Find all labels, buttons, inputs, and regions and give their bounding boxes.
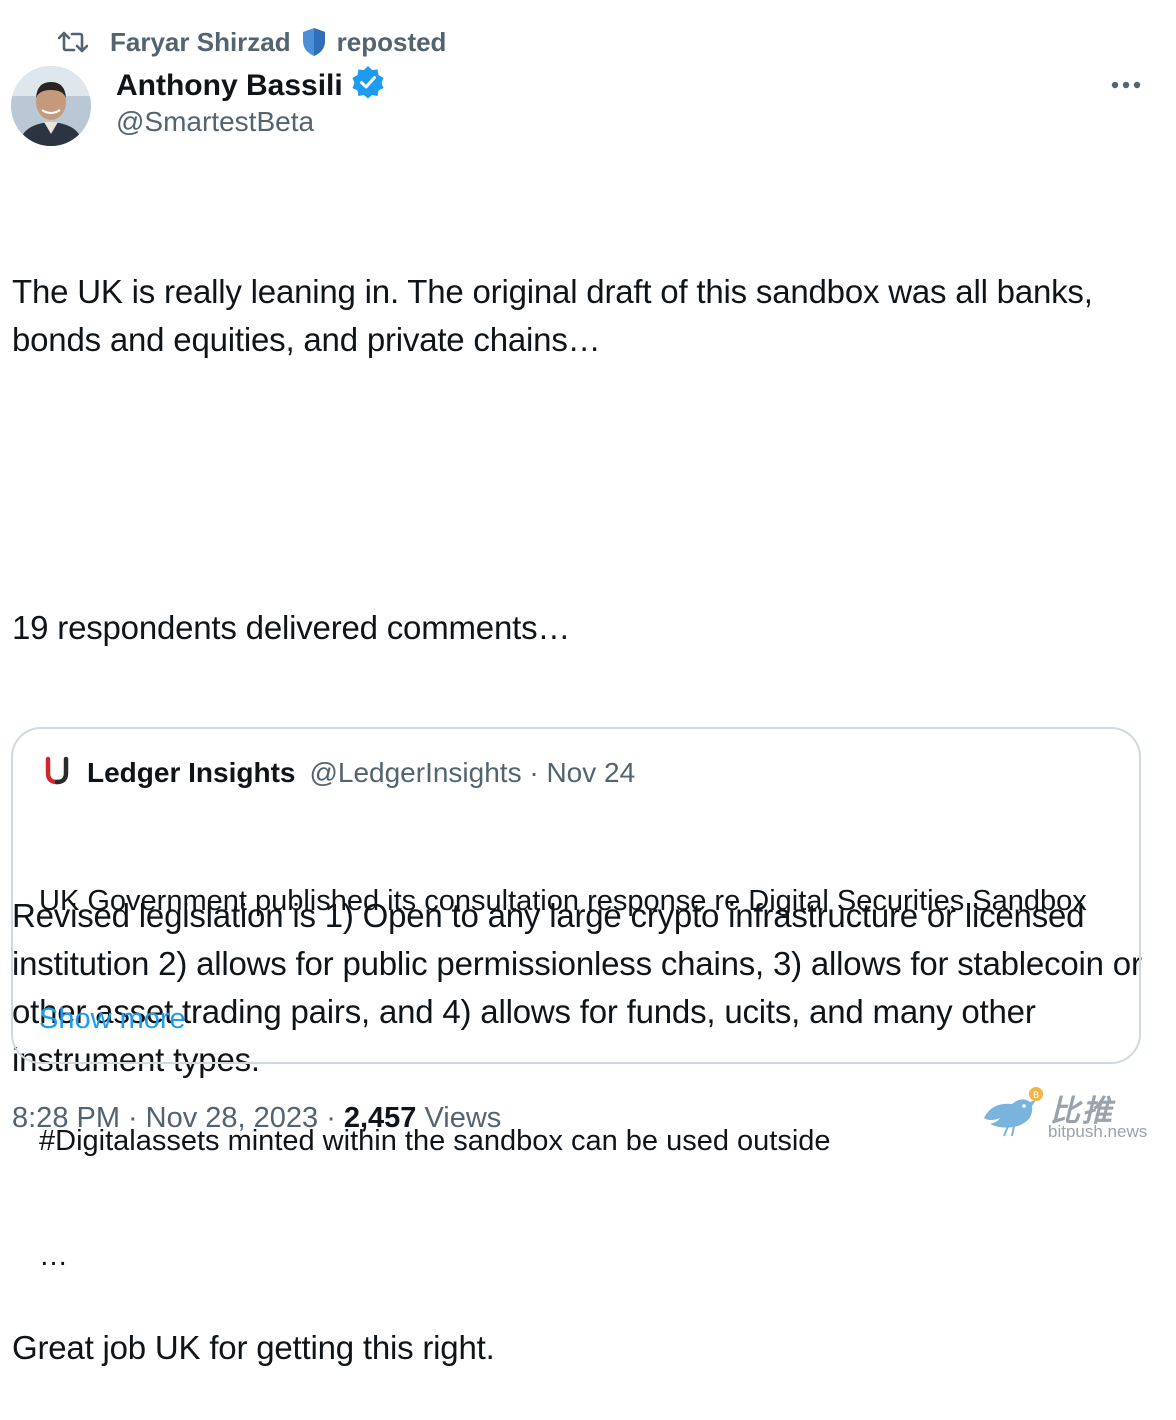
views-count: 2,457: [343, 1101, 417, 1134]
svg-text:B: B: [1033, 1091, 1039, 1101]
quoted-text-blank: [39, 1001, 1119, 1041]
tweet-date[interactable]: Nov 28, 2023: [146, 1102, 319, 1135]
author-handle[interactable]: @SmartestBeta: [116, 106, 314, 138]
watermark-domain: bitpush.news: [1048, 1122, 1148, 1141]
author-avatar[interactable]: [11, 66, 91, 146]
quoted-tweet-header: Ledger Insights @LedgerInsights · Nov 24: [43, 755, 635, 791]
quoted-author-handle-date: @LedgerInsights · Nov 24: [309, 757, 636, 788]
verified-badge-icon: [351, 65, 385, 107]
repost-header: Faryar Shirzad reposted: [58, 24, 446, 60]
tweet-paragraph: The UK is really leaning in. The origina…: [12, 273, 1102, 358]
author-name[interactable]: Anthony Bassili: [116, 69, 343, 103]
reposted-label: reposted: [336, 26, 447, 57]
meta-separator: ·: [128, 1101, 138, 1134]
tweet-time[interactable]: 8:28 PM: [12, 1102, 120, 1135]
bird-logo-icon: B: [978, 1084, 1048, 1145]
tweet-meta: 8:28 PM · Nov 28, 2023 · 2,457 Views: [12, 1098, 501, 1138]
quoted-text-ellipsis: …: [39, 1240, 68, 1272]
more-options-icon[interactable]: [1104, 70, 1148, 100]
ledger-insights-logo-icon: [43, 755, 73, 792]
author-name-row: Anthony Bassili: [116, 66, 385, 106]
tweet-paragraph: 19 respondents delivered comments…: [12, 609, 571, 646]
quoted-text-line: UK Government published its consultation…: [39, 885, 1087, 917]
meta-separator: ·: [326, 1101, 336, 1134]
views-label: Views: [424, 1101, 502, 1134]
quoted-tweet-card[interactable]: Ledger Insights @LedgerInsights · Nov 24…: [11, 727, 1141, 1271]
reposter-name[interactable]: Faryar Shirzad: [110, 27, 291, 58]
bitpush-watermark: B 比推 bitpush.news: [978, 1084, 1168, 1144]
show-more-link[interactable]: Show more: [39, 1003, 186, 1036]
quoted-author-name[interactable]: Ledger Insights: [87, 757, 295, 789]
repost-icon: [58, 29, 88, 55]
quoted-tweet-text: UK Government published its consultation…: [39, 801, 1119, 1351]
shield-icon: [301, 27, 327, 57]
